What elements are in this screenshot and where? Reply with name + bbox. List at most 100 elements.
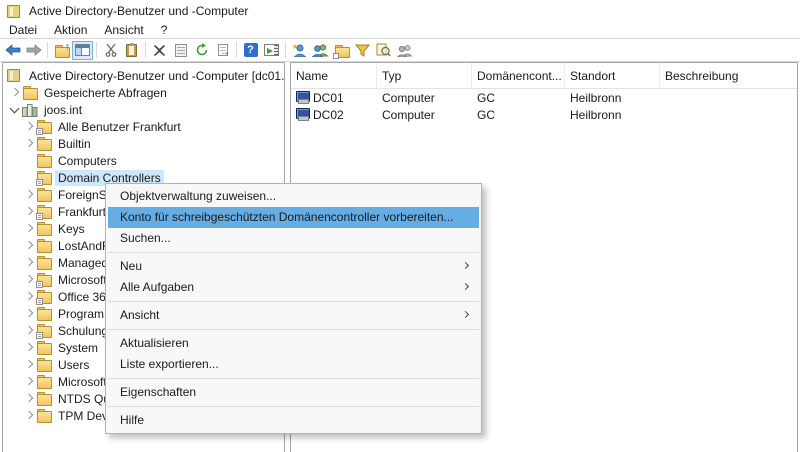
forward-button[interactable] [23, 41, 44, 60]
cut-button[interactable] [100, 41, 121, 60]
chevron-right-icon[interactable] [7, 85, 22, 100]
tree-item-joos-int[interactable]: joos.int [3, 101, 284, 118]
toolbar-separator [236, 42, 237, 58]
folder-icon [36, 340, 52, 355]
cell-name: DC01 [313, 90, 344, 105]
filter-button[interactable] [352, 41, 373, 60]
menu-item-ansicht[interactable]: Ansicht [108, 305, 479, 326]
aduc-window: Active Directory-Benutzer und -Computer … [0, 0, 800, 452]
chevron-right-icon[interactable] [21, 136, 36, 151]
show-console-tree-button[interactable] [72, 40, 93, 60]
list-row-dc01[interactable]: DC01 Computer GC Heilbronn [291, 89, 797, 106]
taskpad-button[interactable] [261, 41, 282, 60]
clipboard-icon [126, 42, 137, 57]
properties-icon [174, 43, 187, 57]
tree-item-builtin[interactable]: Builtin [3, 135, 284, 152]
tree-item-label: joos.int [44, 102, 83, 117]
column-header-beschreibung[interactable]: Beschreibung [660, 63, 797, 88]
folder-icon [36, 238, 52, 253]
new-user-button[interactable] [289, 41, 310, 60]
menu-separator [108, 329, 479, 330]
export-list-icon: → [217, 44, 231, 58]
tree-item-gespeicherte-abfragen[interactable]: Gespeicherte Abfragen [3, 84, 284, 101]
delete-button[interactable] [149, 41, 170, 60]
cell-standort: Heilbronn [570, 107, 622, 122]
menu-hilfe[interactable]: ? [161, 23, 168, 37]
list-row-dc02[interactable]: DC02 Computer GC Heilbronn [291, 106, 797, 123]
help-icon: ? [243, 43, 258, 57]
scissors-icon [104, 43, 118, 57]
users-icon [396, 44, 413, 57]
folder-icon [36, 187, 52, 202]
folder-icon [36, 357, 52, 372]
up-one-level-icon: ↑ [54, 41, 70, 58]
chevron-right-icon[interactable] [21, 306, 36, 321]
chevron-right-icon[interactable] [21, 374, 36, 389]
menu-item-hilfe[interactable]: Hilfe [108, 410, 479, 431]
tree-item-alle-benutzer-frankfurt[interactable]: Alle Benutzer Frankfurt [3, 118, 284, 135]
chevron-right-icon[interactable] [21, 204, 36, 219]
properties-button[interactable] [170, 41, 191, 60]
new-group-button[interactable] [310, 41, 331, 60]
ou-folder-icon [36, 272, 52, 288]
back-arrow-icon [4, 44, 21, 56]
back-button[interactable] [2, 41, 23, 60]
computer-icon [296, 108, 310, 121]
paste-button[interactable] [121, 41, 142, 60]
column-header-standort[interactable]: Standort [565, 63, 660, 88]
chevron-right-icon[interactable] [21, 357, 36, 372]
cell-domaenencontroller: GC [477, 107, 495, 122]
chevron-right-icon[interactable] [21, 255, 36, 270]
menu-datei[interactable]: Datei [9, 23, 37, 37]
tree-item-computers[interactable]: Computers [3, 152, 284, 169]
new-group-icon [312, 43, 329, 57]
help-button[interactable]: ? [240, 41, 261, 60]
menu-item-liste-exportieren[interactable]: Liste exportieren... [108, 354, 479, 375]
column-header-name[interactable]: Name [291, 63, 377, 88]
find-button[interactable] [373, 41, 394, 60]
menu-item-label: Ansicht [120, 308, 160, 322]
chevron-right-icon[interactable] [21, 391, 36, 406]
chevron-right-icon[interactable] [21, 238, 36, 253]
folder-icon [36, 391, 52, 406]
menu-item-konto-fuer-rodc-vorbereiten[interactable]: Konto für schreibgeschützten Domänencont… [108, 207, 479, 228]
menu-item-objektverwaltung-zuweisen[interactable]: Objektverwaltung zuweisen... [108, 186, 479, 207]
chevron-right-icon[interactable] [21, 323, 36, 338]
tree-item-label: Frankfurt [58, 204, 107, 219]
chevron-down-icon[interactable] [7, 102, 22, 117]
chevron-right-icon[interactable] [21, 187, 36, 202]
export-list-button[interactable]: → [212, 41, 233, 60]
folder-icon [36, 255, 52, 270]
menu-item-neu[interactable]: Neu [108, 256, 479, 277]
menu-item-aktualisieren[interactable]: Aktualisieren [108, 333, 479, 354]
menu-ansicht[interactable]: Ansicht [104, 23, 143, 37]
menu-separator [108, 406, 479, 407]
chevron-right-icon[interactable] [21, 221, 36, 236]
menu-item-suchen[interactable]: Suchen... [108, 228, 479, 249]
chevron-right-icon[interactable] [21, 408, 36, 423]
folder-icon [22, 85, 38, 100]
chevron-right-icon[interactable] [21, 272, 36, 287]
chevron-right-icon[interactable] [21, 340, 36, 355]
filter-funnel-icon [355, 44, 370, 57]
folder-icon [36, 153, 52, 168]
cell-standort: Heilbronn [570, 90, 622, 105]
up-one-level-button[interactable]: ↑ [51, 41, 72, 60]
tree-item-label: Builtin [58, 136, 91, 151]
refresh-button[interactable] [191, 41, 212, 60]
chevron-right-icon[interactable] [21, 119, 36, 134]
menu-aktion[interactable]: Aktion [54, 23, 87, 37]
menu-item-alle-aufgaben[interactable]: Alle Aufgaben [108, 277, 479, 298]
folder-icon [36, 136, 52, 151]
menu-item-eigenschaften[interactable]: Eigenschaften [108, 382, 479, 403]
column-header-domaenencontroller[interactable]: Domänencont... [472, 63, 565, 88]
folder-icon [36, 306, 52, 321]
column-header-typ[interactable]: Typ [377, 63, 472, 88]
chevron-right-icon[interactable] [21, 289, 36, 304]
tree-item-root[interactable]: Active Directory-Benutzer und -Computer … [3, 67, 284, 84]
users-button[interactable] [394, 41, 415, 60]
new-ou-button[interactable] [331, 41, 352, 60]
tree-item-label: Keys [58, 221, 85, 236]
toolbar-separator [96, 42, 97, 58]
